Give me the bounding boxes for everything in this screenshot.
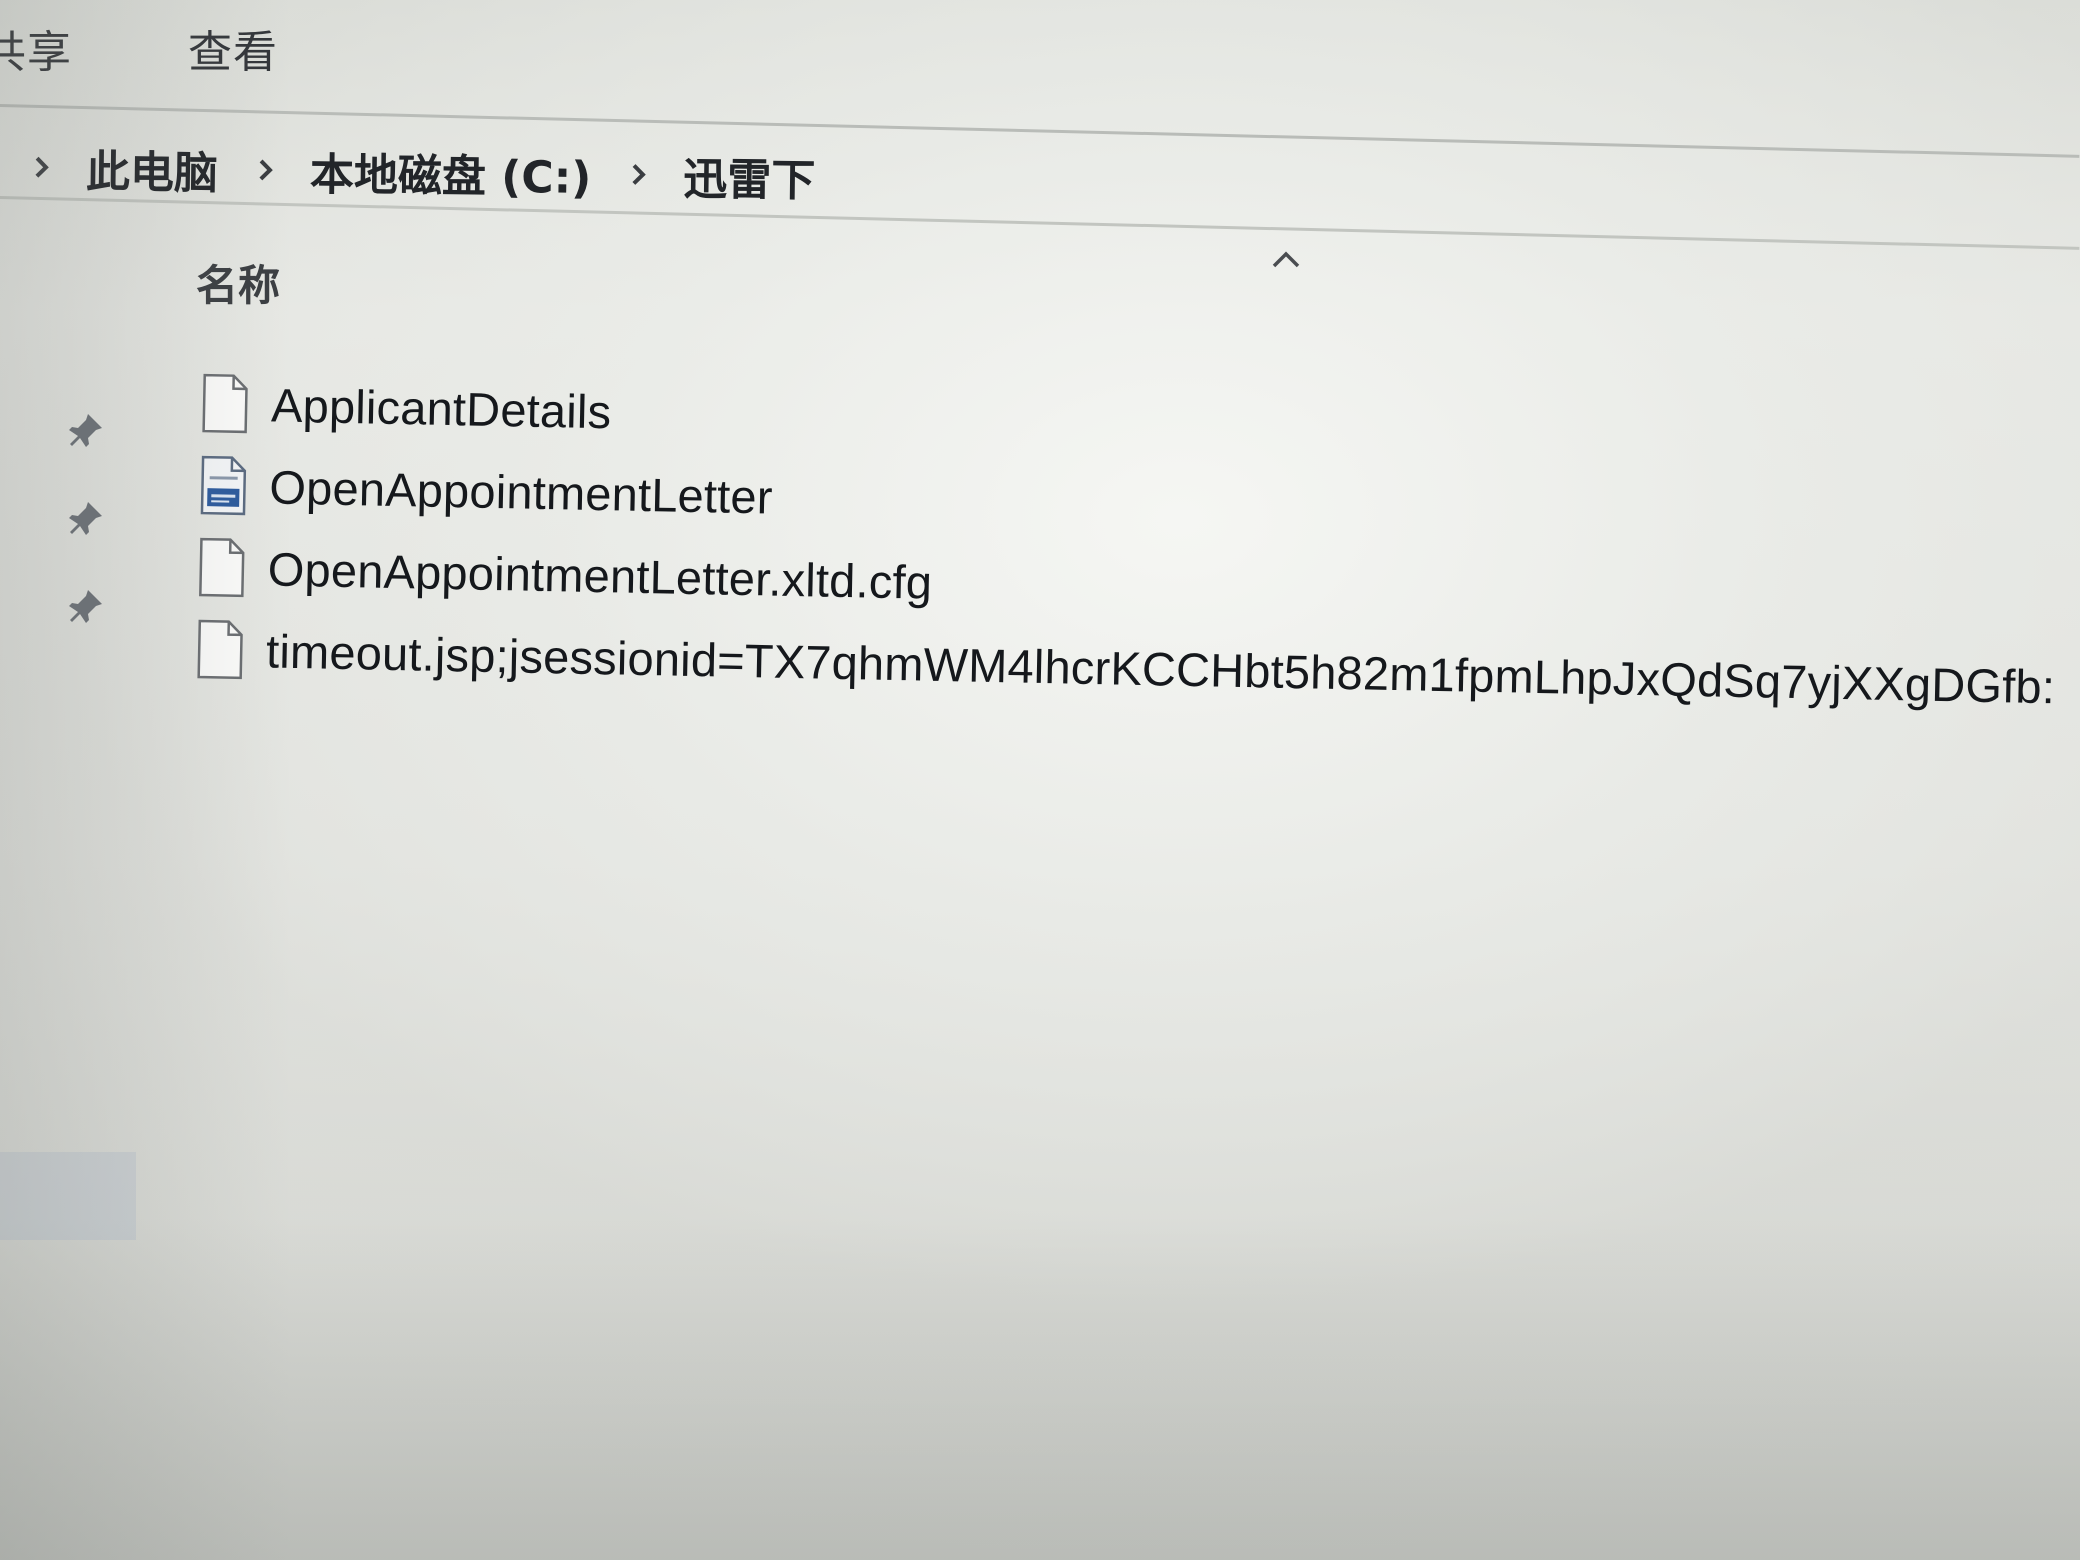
blank-file-icon <box>202 373 248 434</box>
file-name: OpenAppointmentLetter.xltd.cfg <box>267 541 933 609</box>
chevron-right-icon[interactable] <box>619 149 660 199</box>
file-name: OpenAppointmentLetter <box>268 459 774 524</box>
chevron-right-icon[interactable] <box>246 145 287 195</box>
tab-share[interactable]: 共享 <box>0 16 72 80</box>
file-name: ApplicantDetails <box>270 377 612 438</box>
tab-view[interactable]: 查看 <box>188 16 278 80</box>
file-explorer-window: 共享 查看 此电脑 本地磁盘 (C:) 迅雷下 名称 ApplicantDeta… <box>0 0 2080 1560</box>
chevron-right-icon[interactable] <box>22 142 63 192</box>
pin-icon <box>64 586 108 630</box>
breadcrumb-local-disk[interactable]: 本地磁盘 (C:) <box>310 139 592 206</box>
screen-vignette <box>0 0 2080 1560</box>
address-divider <box>0 196 2080 250</box>
blank-file-icon <box>199 537 245 598</box>
breadcrumb-current-folder[interactable]: 迅雷下 <box>683 143 816 209</box>
pin-icon <box>64 498 108 542</box>
pin-icon <box>64 410 108 454</box>
document-file-icon <box>200 455 247 516</box>
nav-selection-highlight[interactable] <box>0 1152 136 1240</box>
sort-ascending-icon[interactable] <box>1268 246 1304 274</box>
blank-file-icon <box>197 619 243 680</box>
column-header-name[interactable]: 名称 <box>196 252 280 313</box>
breadcrumb-this-pc[interactable]: 此电脑 <box>86 136 219 202</box>
file-list: ApplicantDetails OpenAppointmentLetter O… <box>193 362 2079 728</box>
ribbon-tabs: 共享 查看 <box>0 0 2080 92</box>
